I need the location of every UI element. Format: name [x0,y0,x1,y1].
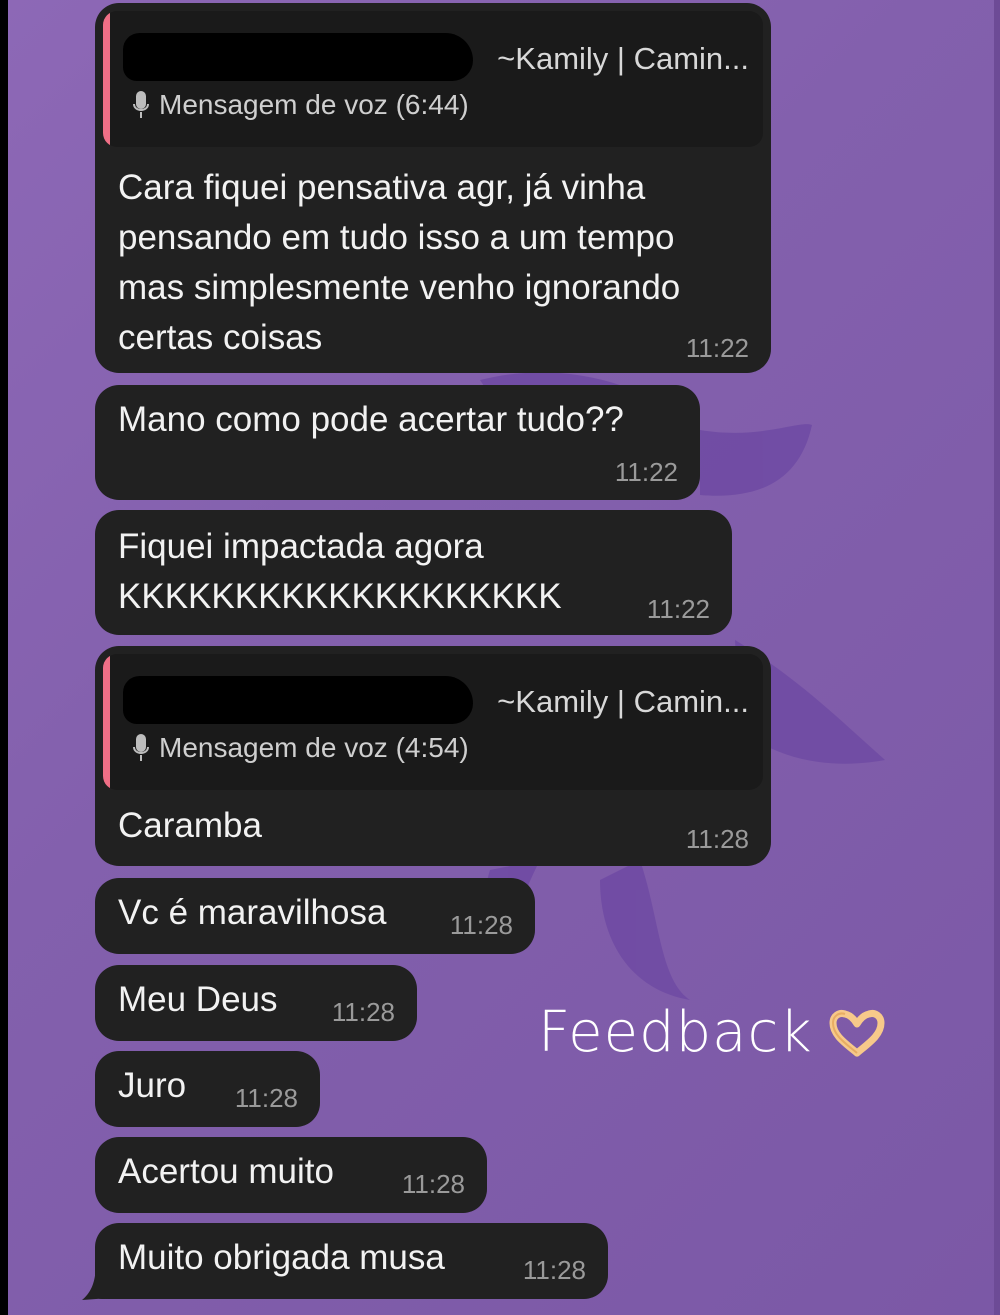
message-bubble[interactable]: Juro 11:28 [95,1051,320,1127]
message-bubble[interactable]: Acertou muito 11:28 [95,1137,487,1213]
message-bubble[interactable]: Meu Deus 11:28 [95,965,417,1041]
message-text: Acertou muito [118,1152,334,1191]
reply-preview[interactable]: ~Kamily | Camin... Mensagem de voz (4:54… [103,654,763,790]
message-text: Cara fiquei pensativa agr, já vinha pens… [118,168,681,357]
bubble-tail [82,1262,110,1300]
message-time: 11:22 [646,594,710,624]
reply-voice-label: Mensagem de voz (6:44) [133,89,469,121]
heart-hands-icon [829,1009,885,1056]
right-edge [994,0,1000,1315]
feedback-caption: Feedback [538,1000,887,1065]
redacted-name [123,676,473,724]
feedback-text: Feedback [538,1000,813,1065]
message-text: Mano como pode acertar tudo?? [118,400,624,439]
message-text: Caramba [118,806,262,845]
voice-message-text: Mensagem de voz (6:44) [159,89,469,120]
left-edge [0,0,8,1315]
message-bubble[interactable]: Fiquei impactada agora KKKKKKKKKKKKKKKKK… [95,510,732,635]
message-bubble[interactable]: Mano como pode acertar tudo?? 11:22 [95,385,700,500]
chat-screen: ~Kamily | Camin... Mensagem de voz (6:44… [0,0,1000,1315]
message-time: 11:28 [401,1169,465,1199]
message-bubble[interactable]: ~Kamily | Camin... Mensagem de voz (6:44… [95,3,771,373]
message-time: 11:28 [685,824,749,854]
message-bubble[interactable]: Muito obrigada musa 11:28 [95,1223,608,1299]
redacted-name [123,33,473,81]
voice-message-text: Mensagem de voz (4:54) [159,732,469,763]
reply-accent-bar [103,654,110,790]
message-time: 11:28 [234,1083,298,1113]
message-text: Juro [118,1066,187,1105]
message-text: Muito obrigada musa [118,1238,445,1277]
reply-sender-name: ~Kamily | Camin... [497,41,749,76]
message-bubble[interactable]: Vc é maravilhosa 11:28 [95,878,535,954]
reply-preview[interactable]: ~Kamily | Camin... Mensagem de voz (6:44… [103,11,763,147]
message-time: 11:28 [331,997,395,1027]
reply-accent-bar [103,11,110,147]
message-time: 11:28 [522,1255,586,1285]
message-bubble[interactable]: ~Kamily | Camin... Mensagem de voz (4:54… [95,646,771,866]
message-time: 11:28 [449,910,513,940]
message-text: Fiquei impactada agora KKKKKKKKKKKKKKKKK… [118,527,562,616]
message-text: Vc é maravilhosa [118,893,387,932]
microphone-icon [133,734,149,761]
reply-voice-label: Mensagem de voz (4:54) [133,732,469,764]
message-time: 11:22 [685,333,749,363]
reply-sender-name: ~Kamily | Camin... [497,684,749,719]
message-text: Meu Deus [118,980,278,1019]
message-time: 11:22 [614,457,678,487]
microphone-icon [133,91,149,118]
